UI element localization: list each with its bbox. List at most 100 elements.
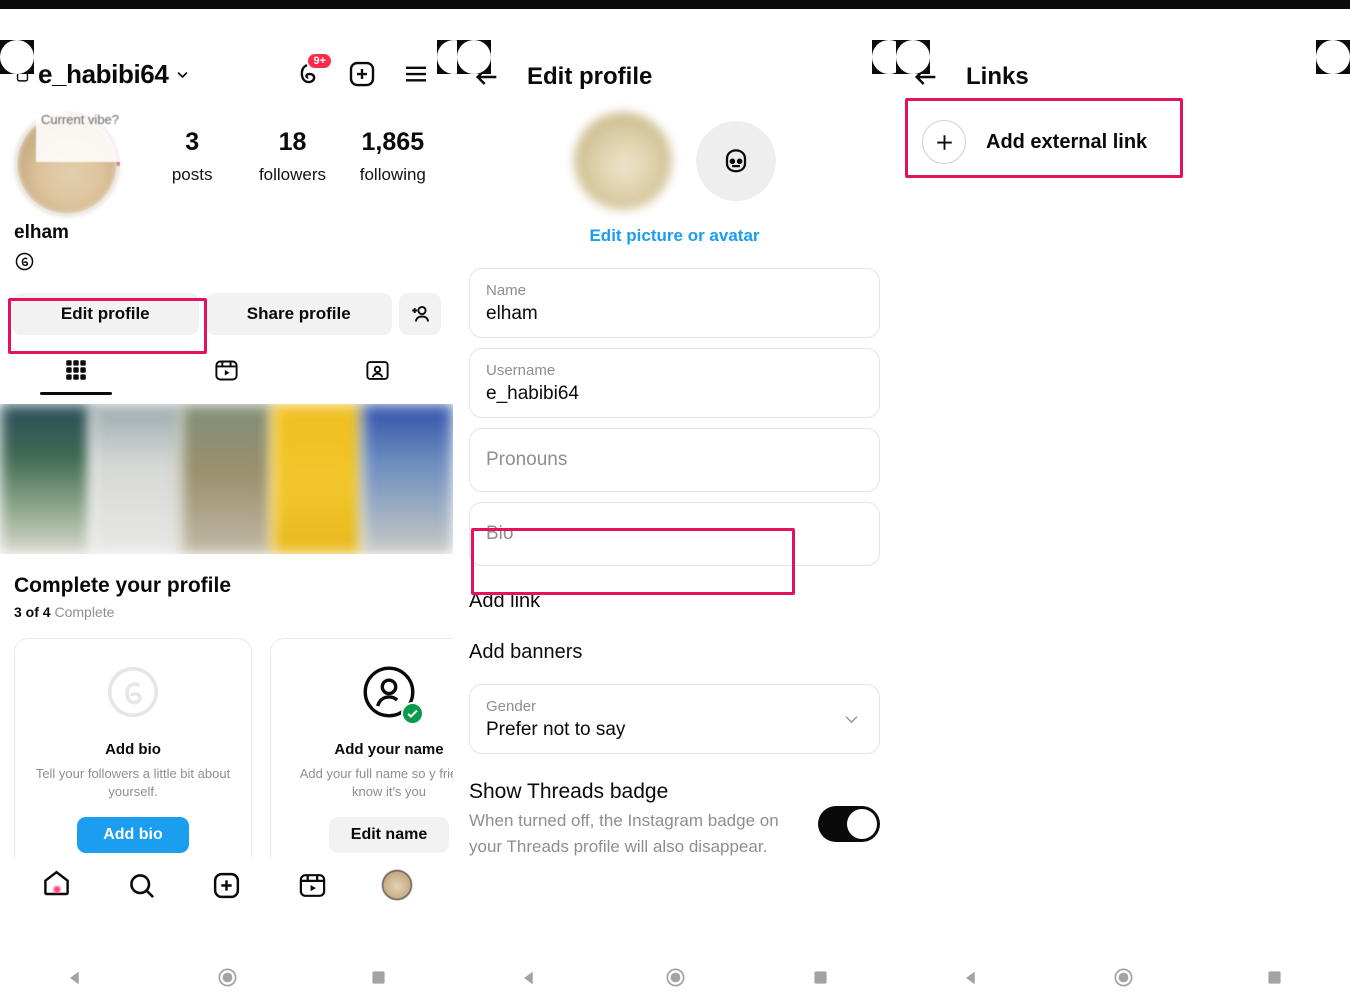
avatar-face-icon	[725, 149, 746, 173]
edit-profile-button[interactable]: Edit profile	[12, 293, 199, 335]
grid-post[interactable]	[271, 404, 363, 554]
android-home-icon[interactable]	[216, 966, 239, 989]
add-bio-button[interactable]: Add bio	[77, 817, 189, 853]
edit-profile-screen: Edit profile Edit picture or avatar Name…	[457, 40, 892, 955]
field-label: Username	[486, 361, 556, 379]
avatar[interactable]: Current vibe?	[14, 104, 124, 217]
back-arrow-icon[interactable]	[473, 63, 501, 91]
tab-tagged[interactable]	[302, 357, 453, 404]
add-person-icon	[412, 305, 429, 322]
card-description: Tell your followers a little bit about y…	[35, 766, 231, 799]
home-icon	[44, 870, 69, 896]
add-external-link-row[interactable]: Add external link	[906, 102, 1340, 182]
add-link-row[interactable]: Add link	[457, 576, 892, 627]
grid-post[interactable]	[90, 404, 182, 554]
profile-post-grid[interactable]	[0, 404, 453, 554]
threads-profile-chip[interactable]	[0, 244, 453, 277]
add-banners-row[interactable]: Add banners	[457, 627, 892, 678]
hamburger-menu-icon[interactable]	[401, 59, 431, 89]
profile-header: e_habibi64 9+	[0, 40, 453, 98]
field-placeholder: Bio	[486, 523, 514, 544]
profile-header-actions: 9+	[293, 52, 439, 89]
card-description: Add your full name so y friends know it'…	[299, 766, 453, 799]
field-value: elham	[486, 302, 538, 324]
android-recents-icon[interactable]	[810, 967, 831, 988]
chevron-down-icon	[845, 716, 858, 724]
android-recents-icon[interactable]	[368, 967, 389, 988]
instagram-profile-screen: e_habibi64 9+ Current vibe? 3 posts 18 f…	[0, 40, 453, 955]
reels-icon[interactable]	[297, 870, 328, 901]
field-label: Gender	[486, 697, 537, 715]
plus-square-icon[interactable]	[347, 59, 377, 89]
card-add-name[interactable]: Add your name Add your full name so y fr…	[270, 638, 453, 870]
search-icon[interactable]	[126, 870, 157, 901]
pronouns-field[interactable]: Pronouns	[469, 428, 880, 492]
links-title: Links	[966, 63, 1029, 90]
tab-grid[interactable]	[0, 357, 151, 404]
grid-post[interactable]	[362, 404, 453, 554]
stat-followers[interactable]: 18 followers	[242, 128, 342, 185]
edit-avatar-row	[457, 112, 892, 210]
grid-post[interactable]	[0, 404, 91, 554]
stat-value: 3	[185, 128, 200, 156]
username-field[interactable]: Username e_habibi64	[469, 348, 880, 418]
check-badge-icon	[401, 702, 424, 725]
profile-avatar-icon[interactable]	[381, 870, 412, 900]
threads-badge-description: When turned off, the Instagram badge on …	[469, 811, 779, 856]
edit-picture-link[interactable]: Edit picture or avatar	[457, 226, 892, 246]
top-status-strip	[0, 0, 1350, 9]
links-header: Links	[896, 40, 1350, 96]
bottom-navigation-bar	[0, 857, 453, 913]
grid-post[interactable]	[181, 404, 272, 554]
profile-summary: Current vibe? 3 posts 18 followers 1,865…	[0, 98, 453, 217]
field-value: Prefer not to say	[486, 718, 626, 740]
tab-reels[interactable]	[151, 357, 302, 404]
avatar-option[interactable]	[695, 121, 776, 201]
field-value: e_habibi64	[486, 382, 579, 404]
profile-action-buttons: Edit profile Share profile	[0, 277, 453, 335]
threads-notification-badge: 9+	[306, 52, 333, 70]
plus-icon	[922, 120, 966, 164]
back-arrow-icon[interactable]	[912, 63, 940, 91]
gender-select[interactable]: Gender Prefer not to say	[469, 684, 880, 754]
person-check-wrap	[358, 661, 424, 725]
field-label: Name	[486, 281, 527, 299]
chevron-down-icon[interactable]	[175, 67, 190, 82]
profile-tabs	[0, 357, 453, 404]
edit-profile-title: Edit profile	[527, 63, 653, 90]
stat-value: 18	[278, 128, 307, 156]
android-recents-icon[interactable]	[1264, 967, 1285, 988]
tagged-icon	[366, 361, 389, 380]
share-profile-button[interactable]: Share profile	[205, 293, 392, 335]
lock-icon	[16, 67, 29, 82]
android-back-icon[interactable]	[961, 967, 983, 989]
name-field[interactable]: Name elham	[469, 268, 880, 338]
grid-icon	[65, 360, 86, 380]
create-icon[interactable]	[211, 870, 242, 901]
add-external-link-label: Add external link	[986, 130, 1148, 153]
avatar-note: Current vibe?	[36, 104, 124, 162]
complete-profile-cards: Add bio Tell your followers a little bit…	[14, 638, 453, 870]
threads-icon	[15, 252, 34, 271]
android-home-icon[interactable]	[1112, 966, 1135, 989]
profile-username[interactable]: e_habibi64	[38, 59, 169, 90]
stat-value: 1,865	[361, 128, 425, 156]
edit-profile-form: Name elham Username e_habibi64 Pronouns …	[457, 268, 892, 566]
threads-badge-toggle[interactable]	[818, 806, 880, 842]
add-person-button[interactable]	[399, 293, 441, 335]
android-home-icon[interactable]	[664, 966, 687, 989]
threads-icon[interactable]: 9+	[293, 52, 333, 89]
profile-picture[interactable]	[573, 112, 672, 210]
stat-posts[interactable]: 3 posts	[142, 128, 242, 185]
links-screen: Links Add external link	[896, 40, 1350, 955]
android-back-icon[interactable]	[519, 967, 541, 989]
stat-label: followers	[258, 165, 327, 184]
stat-following[interactable]: 1,865 following	[343, 128, 443, 185]
card-add-bio[interactable]: Add bio Tell your followers a little bit…	[14, 638, 252, 870]
home-active-dot	[53, 886, 61, 893]
edit-name-button[interactable]: Edit name	[328, 817, 450, 853]
bio-field[interactable]: Bio	[469, 502, 880, 566]
bio-circle-icon	[107, 666, 159, 718]
nav-home[interactable]	[41, 867, 72, 903]
android-back-icon[interactable]	[65, 967, 87, 989]
